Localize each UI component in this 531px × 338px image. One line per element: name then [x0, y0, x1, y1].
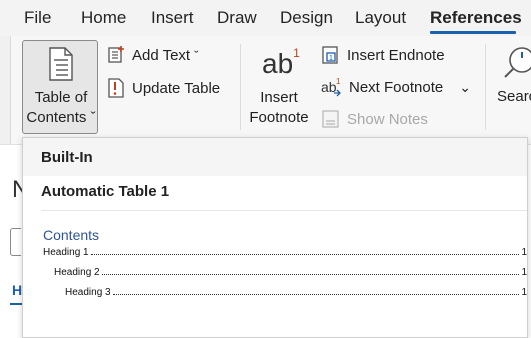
tab-design[interactable]: Design	[280, 8, 333, 28]
next-footnote-button[interactable]: ab 1 Next Footnote ⌄	[321, 77, 471, 97]
ribbon-group-separator	[240, 44, 241, 130]
tab-draw[interactable]: Draw	[217, 8, 257, 28]
built-in-label: Built-In	[41, 149, 93, 166]
ribbon-edge	[0, 36, 11, 144]
toc-preview-title: Contents	[43, 227, 100, 243]
toc-entry-page: 1	[521, 287, 527, 298]
ribbon-group-separator	[485, 44, 486, 130]
insert-footnote-button[interactable]: ab1 Insert Footnote	[248, 42, 310, 132]
navigation-tab-peek: H	[12, 282, 23, 298]
table-of-contents-dropdown: Built-In Automatic Table 1 Contents Head…	[22, 137, 528, 338]
toc-entry-text: Heading 2	[54, 267, 100, 278]
toc-preview-entry: Heading 2 1	[54, 267, 527, 278]
insert-endnote-icon: 1	[322, 46, 338, 64]
show-notes-icon	[322, 110, 339, 128]
tab-references[interactable]: References	[430, 8, 522, 28]
footnote-icon: ab1	[262, 45, 300, 80]
automatic-table-1-preview[interactable]: Contents Heading 1 1 Heading 2 1 Heading…	[41, 210, 527, 337]
toc-entry-leader	[112, 294, 520, 295]
search-icon	[504, 47, 531, 78]
show-notes-label: Show Notes	[347, 110, 428, 128]
svg-text:1: 1	[329, 55, 333, 62]
tab-layout[interactable]: Layout	[355, 8, 406, 28]
toc-entry-text: Heading 3	[65, 287, 111, 298]
add-text-icon	[108, 46, 124, 63]
built-in-section-header: Built-In	[23, 138, 527, 176]
add-text-label: Add Text	[132, 46, 191, 64]
insert-footnote-line1: Insert	[260, 89, 298, 106]
show-notes-button[interactable]: Show Notes	[321, 109, 428, 129]
toc-label-line2: Contents ˇ	[23, 109, 99, 127]
footnote-superscript: 1	[293, 45, 300, 60]
tab-insert[interactable]: Insert	[151, 8, 194, 28]
toc-entry-page: 1	[521, 267, 527, 278]
insert-footnote-line2: Footnote	[249, 109, 309, 126]
toc-entry-page: 1	[521, 247, 527, 258]
update-table-icon	[108, 78, 124, 98]
tab-home[interactable]: Home	[81, 8, 126, 28]
update-table-button[interactable]: Update Table	[106, 77, 220, 99]
active-tab-indicator	[430, 31, 516, 34]
search-label: Searc	[497, 88, 531, 105]
toc-entry-text: Heading 1	[43, 247, 89, 258]
toc-preview-entry: Heading 1 1	[43, 247, 527, 258]
next-footnote-icon: ab 1	[321, 77, 341, 97]
automatic-table-1-title: Automatic Table 1	[41, 183, 170, 200]
toc-preview-entry: Heading 3 1	[65, 287, 527, 298]
tab-file[interactable]: File	[24, 8, 51, 28]
chevron-down-icon: ˇ	[90, 109, 96, 126]
add-text-button[interactable]: Add Text ˇ	[106, 45, 198, 65]
footnote-icon-text: ab	[262, 48, 294, 79]
navigation-search-box-peek	[10, 228, 21, 256]
toc-entry-leader	[90, 254, 520, 255]
toc-label-line1: Table of	[34, 89, 88, 106]
next-footnote-label: Next Footnote	[349, 78, 444, 96]
update-table-label: Update Table	[132, 79, 221, 97]
svg-text:1: 1	[336, 77, 341, 86]
table-of-contents-button[interactable]: Table of Contents ˇ	[22, 40, 98, 134]
toc-label-text: Contents	[26, 109, 87, 126]
toc-entry-leader	[101, 274, 520, 275]
insert-endnote-button[interactable]: 1 Insert Endnote	[321, 45, 445, 65]
next-footnote-dropdown-icon[interactable]: ⌄	[459, 79, 471, 96]
table-of-contents-icon	[49, 47, 73, 81]
menu-tab-bar: File Home Insert Draw Design Layout Refe…	[0, 0, 531, 36]
chevron-down-icon: ˇ	[194, 47, 199, 63]
insert-endnote-label: Insert Endnote	[347, 46, 445, 64]
navigation-tab-underline	[10, 303, 22, 305]
